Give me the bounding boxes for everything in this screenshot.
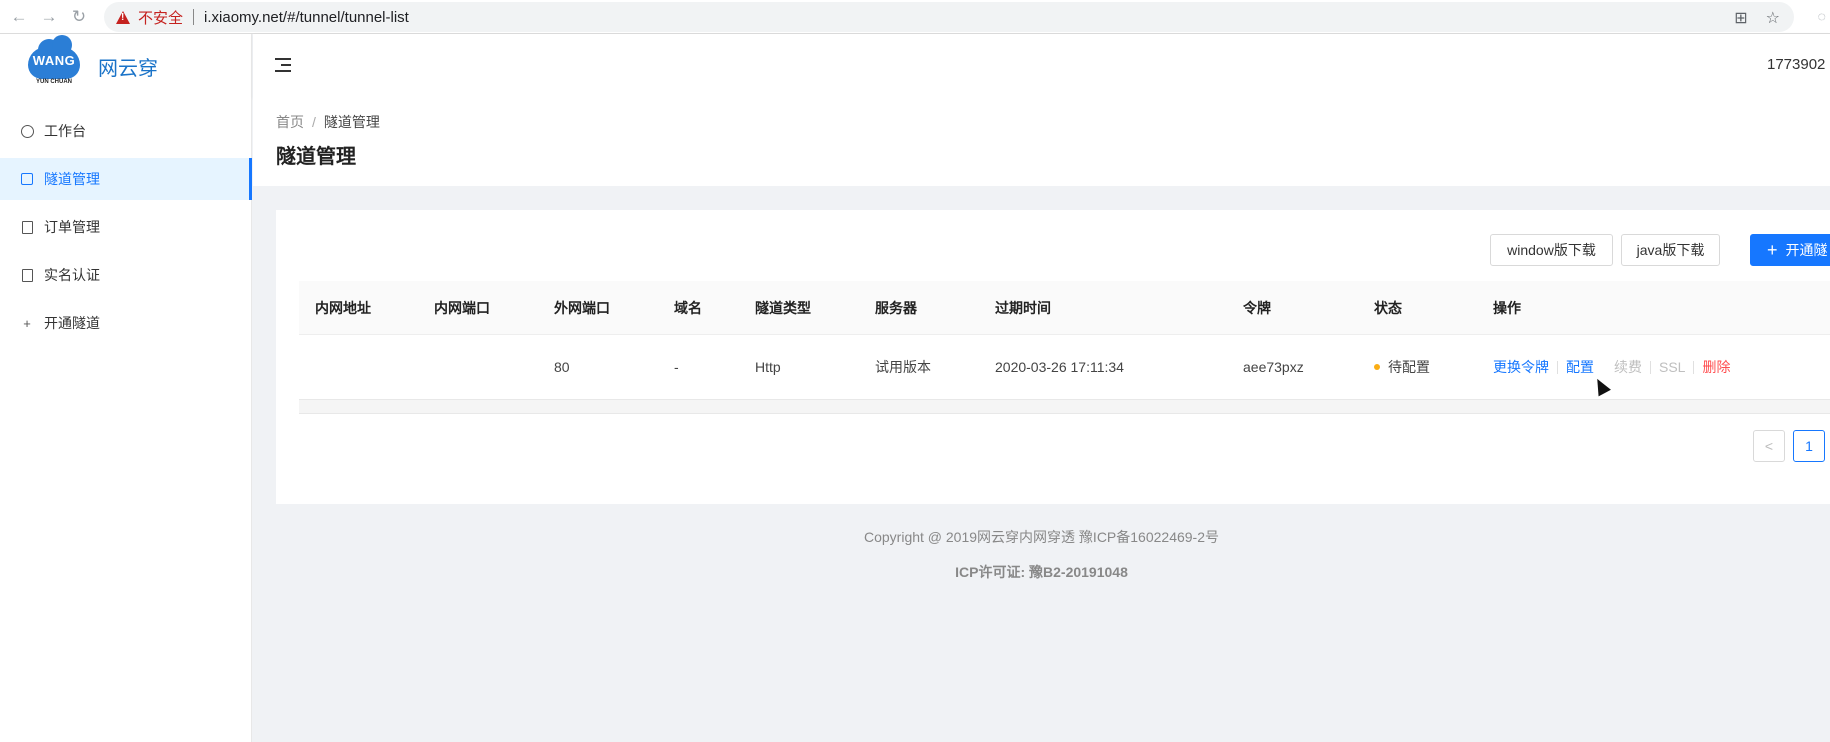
copyright-text: Copyright @ 2019网云穿内网穿透 豫ICP备16022469-2号 [863,529,1220,545]
column-header: 外网端口 [554,299,610,316]
logo-area[interactable]: WANG YUN CHUAN 网云穿 [0,34,251,98]
user-account[interactable]: 1773902 [1767,56,1825,73]
profile-icon[interactable]: ◌ [1818,8,1826,24]
menu-fold-icon[interactable] [275,56,295,74]
cell-expire-time: 2020-03-26 17:11:34 [995,359,1124,375]
divider [1650,360,1651,374]
page-title: 隧道管理 [276,146,356,168]
page-header: 首页 / 隧道管理 隧道管理 [253,98,1830,186]
brand-name: 网云穿 [98,57,158,80]
warning-icon [116,10,130,24]
divider [1557,360,1558,374]
sidebar-item-label: 订单管理 [44,219,100,235]
horizontal-scrollbar[interactable] [299,400,1830,414]
status-dot-icon [1374,364,1380,370]
tunnel-list-card: window版下载 java版下载 + 开通隧 内网地址 内网端口 外网端口 域名… [276,210,1830,504]
browser-toolbar: ← → ↻ 不安全 i.xiaomy.net/#/tunnel/tunnel-l… [0,0,1830,34]
prev-page-button[interactable]: < [1753,430,1785,462]
column-header: 过期时间 [995,299,1051,316]
cell-tunnel-type: Http [755,359,781,375]
sidebar-menu: 工作台 隧道管理 订单管理 实名认证 + 开通隧道 [0,110,252,344]
security-label: 不安全 [138,9,184,27]
dashboard-icon [20,124,34,138]
breadcrumb-current: 隧道管理 [323,114,380,130]
column-header: 域名 [674,299,702,316]
sidebar-item-dashboard[interactable]: 工作台 [0,110,251,152]
table-header: 内网地址 内网端口 外网端口 域名 隧道类型 服务器 过期时间 令牌 状态 操作 [299,281,1830,335]
column-header: 操作 [1493,299,1521,316]
sidebar-item-tunnels[interactable]: 隧道管理 [0,158,252,200]
forward-icon[interactable]: → [36,4,62,30]
configure-link[interactable]: 配置 [1566,357,1594,377]
breadcrumb-separator: / [312,114,316,130]
page-number-button[interactable]: 1 [1793,430,1825,462]
delete-link[interactable]: 删除 [1702,357,1730,377]
breadcrumb-home[interactable]: 首页 [276,114,304,130]
logo: WANG YUN CHUAN [26,35,82,89]
order-icon [20,220,34,234]
cell-token: aee73pxz [1243,359,1304,375]
bookmark-star-icon[interactable]: ☆ [1766,8,1780,28]
column-header: 服务器 [875,299,917,316]
tunnel-icon [20,172,34,186]
sidebar-item-verification[interactable]: 实名认证 [0,254,251,296]
translate-icon[interactable]: ⊞ [1734,8,1747,28]
column-header: 内网端口 [434,299,490,316]
column-header: 状态 [1374,299,1402,316]
pagination: < 1 [1753,430,1825,462]
logo-subtext: YUN CHUAN [36,79,72,85]
cell-server: 试用版本 [875,359,931,375]
sidebar-item-label: 隧道管理 [44,171,100,187]
cell-wan-port: 80 [554,359,570,375]
plus-icon: + [1767,240,1778,260]
reload-icon[interactable]: ↻ [66,4,92,30]
open-tunnel-button[interactable]: + 开通隧 [1750,234,1830,266]
cell-actions: 更换令牌 配置 续费 SSL 删除 [1493,335,1730,399]
column-header: 内网地址 [315,299,371,316]
open-tunnel-label: 开通隧 [1785,242,1828,258]
cell-domain: - [674,359,679,375]
sidebar: WANG YUN CHUAN 网云穿 工作台 隧道管理 订单管理 实名认证 + … [0,34,252,742]
breadcrumb: 首页 / 隧道管理 [276,112,380,132]
column-header: 隧道类型 [755,299,811,316]
cell-status: 待配置 [1374,335,1430,399]
top-header: 1773902 [253,34,1830,98]
back-icon[interactable]: ← [6,4,32,30]
status-text: 待配置 [1388,359,1430,375]
ssl-link[interactable]: SSL [1659,359,1685,375]
sidebar-item-label: 开通隧道 [44,315,100,331]
sidebar-item-label: 实名认证 [44,267,100,283]
column-header: 令牌 [1243,299,1271,316]
divider [1693,360,1695,374]
sidebar-item-label: 工作台 [44,123,86,139]
renew-link[interactable]: 续费 [1614,357,1642,377]
plus-icon: + [23,315,31,331]
sidebar-item-open-tunnel[interactable]: + 开通隧道 [0,302,251,344]
java-download-button[interactable]: java版下载 [1621,234,1720,266]
window-download-button[interactable]: window版下载 [1490,234,1613,266]
id-card-icon [20,268,34,282]
address-bar[interactable]: 不安全 i.xiaomy.net/#/tunnel/tunnel-list ⊞ … [104,2,1794,32]
logo-text: WANG [32,53,76,68]
change-token-link[interactable]: 更换令牌 [1493,357,1549,377]
url-text[interactable]: i.xiaomy.net/#/tunnel/tunnel-list [204,9,409,26]
license-text: ICP许可证: 豫B2-20191048 [955,564,1128,580]
sidebar-item-orders[interactable]: 订单管理 [0,206,251,248]
divider [193,9,195,25]
